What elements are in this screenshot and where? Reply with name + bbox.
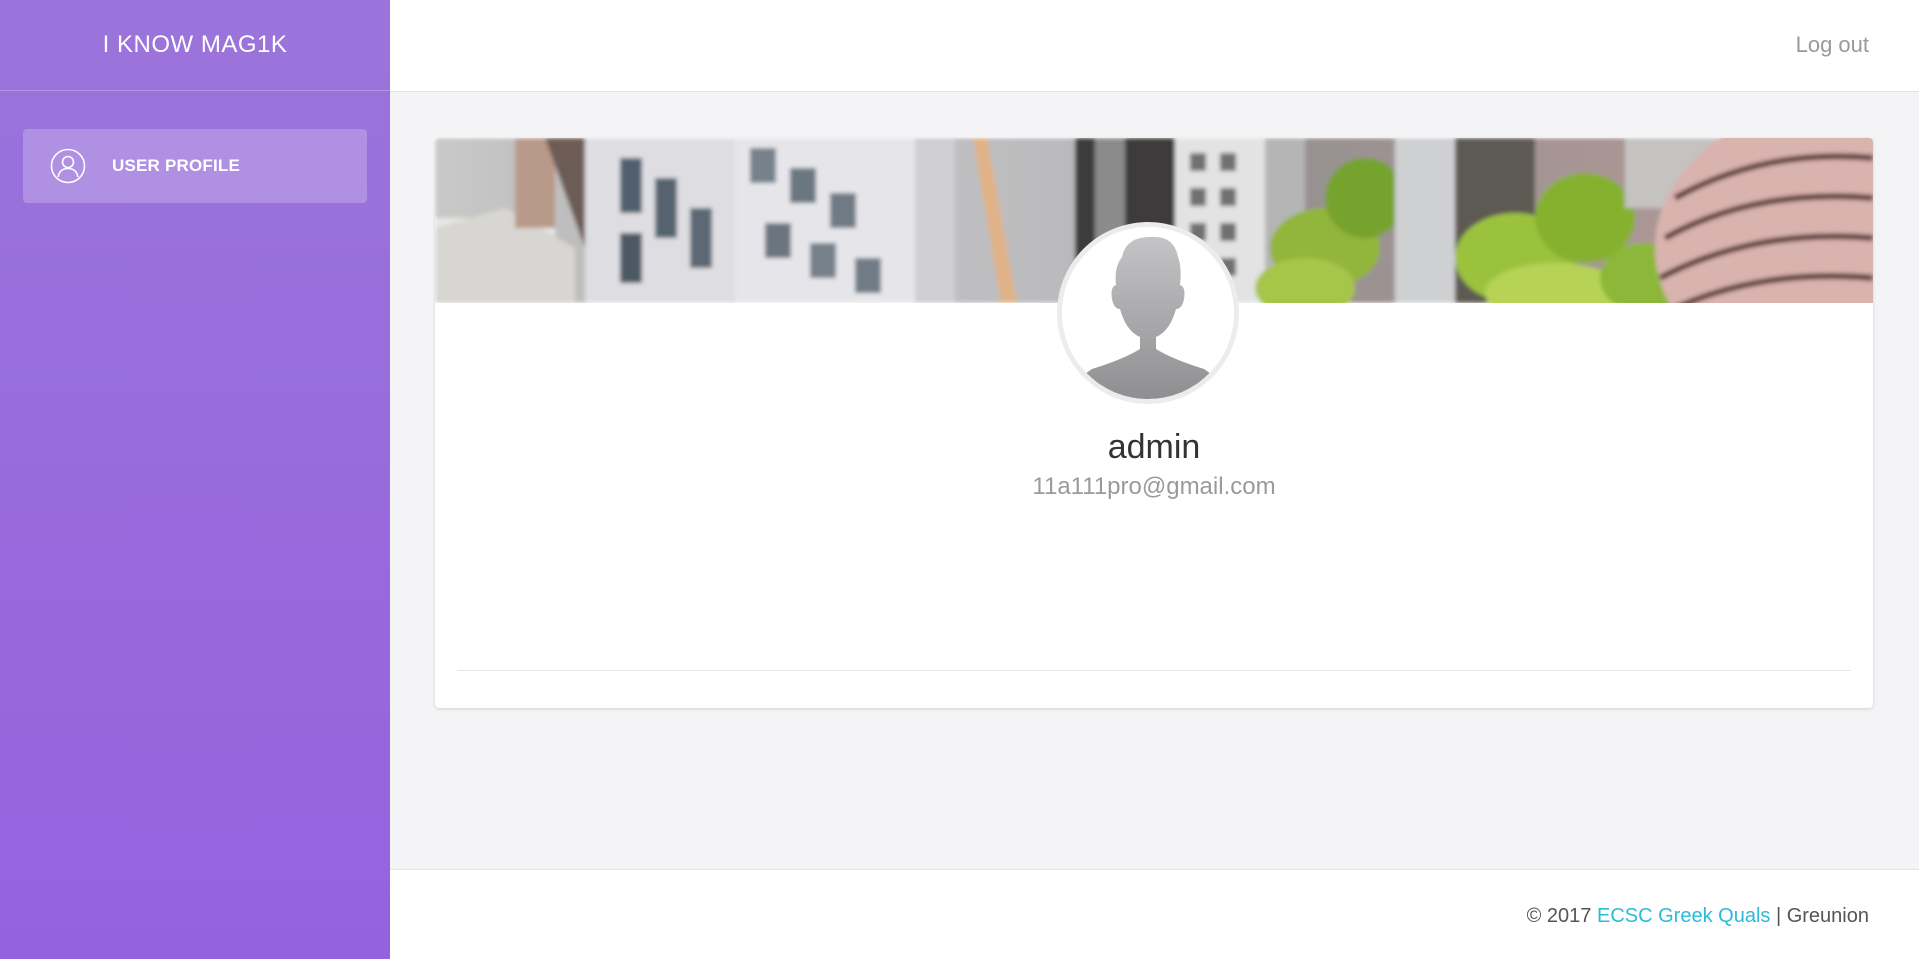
logout-link[interactable]: Log out [1796, 32, 1869, 58]
avatar [1057, 222, 1239, 404]
app-window: I KNOW MAG1K USER PROFILE Log out admin … [0, 0, 1919, 959]
footer-author: Greunion [1786, 905, 1869, 927]
user-icon [50, 148, 86, 184]
sidebar-item-user-profile[interactable]: USER PROFILE [23, 129, 367, 203]
sidebar: I KNOW MAG1K USER PROFILE [0, 0, 390, 959]
top-bar: Log out [390, 0, 1919, 92]
footer-separator: | [1775, 905, 1782, 927]
profile-card: admin 11a111pro@gmail.com [435, 138, 1873, 708]
footer-text: © 2017 ECSC Greek Quals | Greunion [1527, 905, 1869, 928]
footer: © 2017 ECSC Greek Quals | Greunion [390, 869, 1919, 959]
sidebar-item-label: USER PROFILE [112, 156, 241, 175]
card-divider [457, 670, 1851, 671]
footer-copyright: © 2017 [1526, 905, 1592, 927]
user-silhouette-icon [1062, 227, 1234, 399]
profile-username: admin [1107, 428, 1201, 466]
footer-link-ecsc[interactable]: ECSC Greek Quals [1597, 905, 1770, 927]
profile-email: 11a111pro@gmail.com [1032, 473, 1276, 500]
brand-title[interactable]: I KNOW MAG1K [0, 0, 390, 91]
